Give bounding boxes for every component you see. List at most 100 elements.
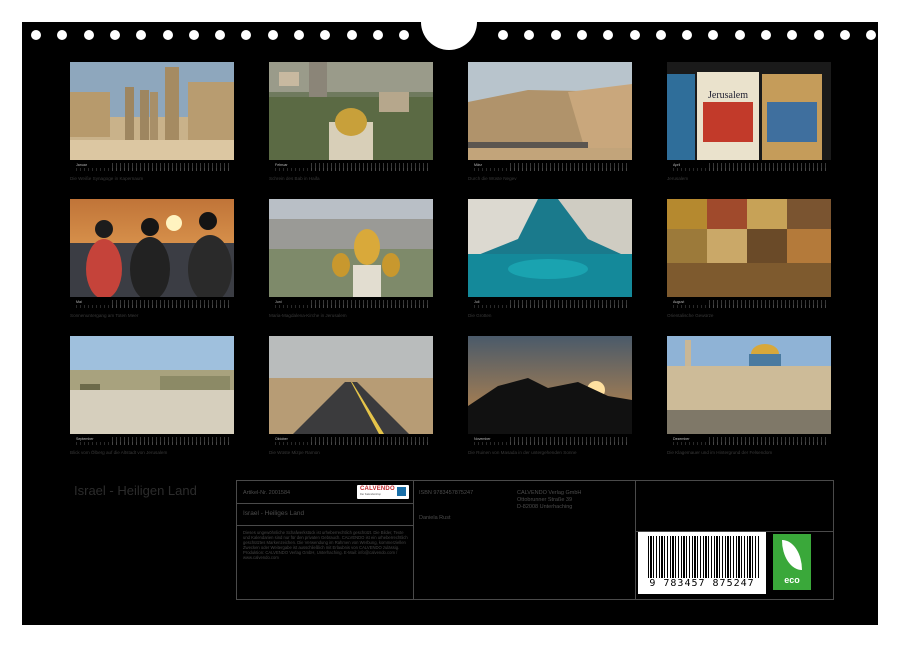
binding-hole (372, 30, 383, 40)
calendar-title: Israel - Heiligen Land (74, 483, 197, 498)
binding-hole (31, 30, 41, 40)
leaf-icon (782, 540, 802, 570)
calvendo-logo: CALVENDO Der Kalendershop (357, 485, 409, 499)
divider (237, 503, 413, 504)
month-label: Januar (76, 163, 87, 167)
publisher-line-3: D-82008 Unterhaching (517, 504, 573, 510)
binding-hole (267, 30, 278, 40)
binding-hole (629, 30, 640, 40)
photo-caption: Schrein des Bab in Haifa (269, 176, 320, 181)
photo-caption: Die Grotten (468, 313, 492, 318)
photo-haifa (269, 62, 433, 160)
photo-desert-road (269, 336, 433, 434)
divider (413, 481, 414, 599)
binding-hole (399, 30, 410, 40)
binding-hole (498, 30, 508, 40)
binding-hole (813, 30, 824, 40)
binding-hole (550, 30, 561, 40)
month-grid (474, 442, 628, 445)
photo-jars: Jerusalem (667, 62, 831, 160)
photo-spices (667, 199, 831, 297)
month-grid (76, 168, 230, 171)
photo-caption: Blick vom Ölberg auf die Altstadt von Je… (70, 450, 168, 455)
month-grid (275, 305, 429, 308)
publisher-line-2: Ottobrunner Straße 39 (517, 497, 573, 503)
photo-negev (468, 62, 632, 160)
month-grid (76, 442, 230, 445)
binding-hole (215, 30, 226, 40)
eco-badge: eco (773, 534, 811, 590)
binding-hole (603, 30, 614, 40)
photo-western-wall (667, 336, 831, 434)
binding-hole (320, 30, 331, 40)
photo-caption: Die Wüste Mizpe Ramon (269, 450, 320, 455)
month-label: Mai (76, 300, 82, 304)
binding-hole (162, 30, 173, 40)
legal-text: Dieses ungewöhnliche Schafwerkstück ist … (243, 530, 408, 560)
binding-hole (241, 30, 252, 40)
photo-grotto (468, 199, 632, 297)
divider (237, 525, 413, 526)
photo-caption: Orientalische Gewürze (667, 313, 714, 318)
barcode-number: 9 783457 875247 (649, 578, 755, 589)
article-number: Artikel-Nr. 2001584 (243, 490, 291, 496)
isbn: ISBN 9783457875247 (419, 490, 474, 496)
product-subtitle: Israel - Heiliges Land (243, 510, 305, 517)
binding-hole (576, 30, 587, 40)
photo-masada (468, 336, 632, 434)
binding-hole (708, 30, 719, 40)
binding-hole (294, 30, 304, 40)
month-label: August (673, 300, 685, 304)
photo-sunset (70, 199, 234, 297)
jar-label: Jerusalem (708, 90, 748, 101)
binding-hole (57, 30, 68, 40)
month-label: Oktober (275, 437, 288, 441)
month-grid (76, 305, 230, 308)
month-label: Dezember (673, 437, 690, 441)
isbn-barcode: 9 783457 875247 (638, 532, 766, 594)
logo-tagline: Der Kalendershop (360, 493, 381, 496)
month-label: November (474, 437, 491, 441)
month-label: Februar (275, 163, 288, 167)
photo-synagogue (70, 62, 234, 160)
binding-hole (83, 30, 94, 40)
binding-hole (346, 30, 357, 40)
binding-hole (655, 30, 666, 40)
divider (635, 481, 636, 599)
photo-caption: Jerusalem (667, 176, 689, 181)
month-label: März (474, 163, 482, 167)
binding-holes (0, 0, 899, 50)
publisher-line-1: CALVENDO Verlag GmbH (517, 490, 582, 496)
photo-caption: Sonnenuntergang am Toten Meer (70, 313, 139, 318)
month-label: September (76, 437, 94, 441)
photo-caption: Die Weiße Synagoge in Kapernaum (70, 176, 144, 181)
binding-hole (866, 30, 877, 40)
month-label: Juni (275, 300, 282, 304)
logo-text: CALVENDO (360, 486, 395, 492)
month-grid (275, 442, 429, 445)
eco-label: eco (784, 575, 800, 585)
photo-caption: Maria-Magdalena-Kirche in Jerusalem (269, 313, 347, 318)
binding-hole (188, 30, 199, 40)
month-grid (673, 442, 827, 445)
barcode-bars (648, 536, 760, 578)
month-grid (275, 168, 429, 171)
binding-hole (524, 30, 535, 40)
photo-caption: Die Ruinen von Masada in der untergehend… (468, 450, 577, 455)
photo-caption: Die Klagemauer und im Hintergrund der Fe… (667, 450, 773, 455)
month-grid (673, 168, 827, 171)
binding-hole (839, 30, 850, 40)
month-grid (673, 305, 827, 308)
month-label: April (673, 163, 681, 167)
photo-church (269, 199, 433, 297)
photo-caption: Durch die Wüste Negev (468, 176, 517, 181)
month-grid (474, 305, 628, 308)
binding-hole (734, 30, 745, 40)
binding-hole (109, 30, 120, 40)
binding-hole (682, 30, 693, 40)
month-label: Juli (474, 300, 480, 304)
month-grid (474, 168, 628, 171)
binding-hole (787, 30, 798, 40)
binding-hole (761, 30, 771, 40)
logo-mark-icon (397, 487, 406, 496)
